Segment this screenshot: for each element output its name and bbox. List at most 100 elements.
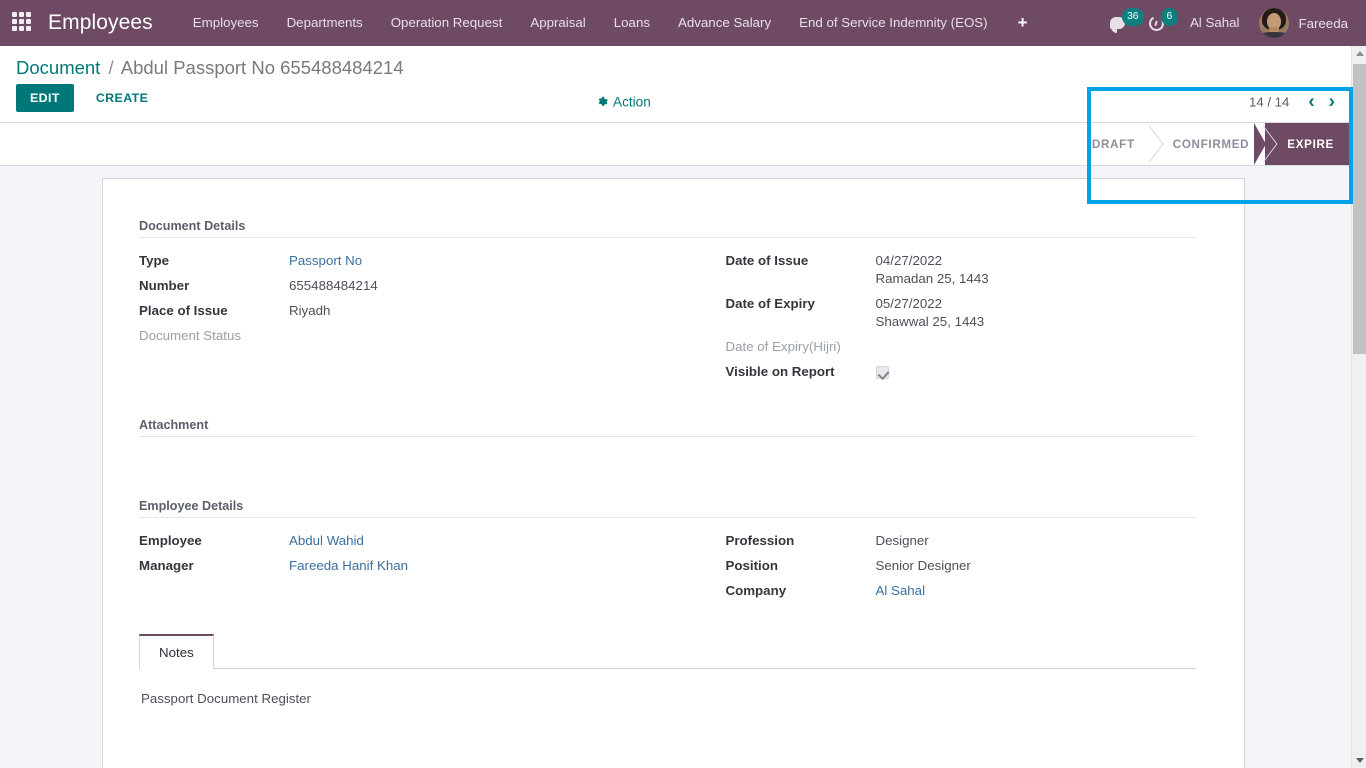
field-row-manager: Manager Fareeda Hanif Khan — [139, 553, 668, 578]
app-brand-title[interactable]: Employees — [48, 11, 153, 35]
scroll-down-arrow-icon[interactable] — [1352, 753, 1366, 768]
status-stage-expire-label: EXPIRE — [1287, 137, 1334, 151]
field-label-company: Company — [725, 583, 787, 598]
field-value-number: 655488484214 — [289, 278, 378, 293]
vertical-scrollbar[interactable] — [1351, 46, 1366, 768]
status-stage-draft-label: DRAFT — [1091, 137, 1135, 151]
status-bar-strip: DRAFT CONFIRMED EXPIRE — [0, 123, 1366, 167]
edit-button[interactable]: EDIT — [16, 84, 74, 113]
document-details-right-column: Date of Issue 04/27/2022 Ramadan 25, 144… — [668, 248, 1197, 384]
field-row-date-of-expiry: Date of Expiry 05/27/2022 Shawwal 25, 14… — [726, 291, 1197, 334]
avatar — [1259, 8, 1290, 38]
field-value-date-of-expiry: 05/27/2022 — [875, 296, 943, 311]
document-details-columns: Type Passport No Number 655488484214 Pla… — [139, 248, 1196, 384]
activities-button[interactable]: 6 — [1137, 0, 1178, 46]
field-label-visible-on-report: Visible on Report — [725, 364, 835, 379]
menu-item-loans[interactable]: Loans — [600, 0, 664, 46]
menu-item-advance-salary[interactable]: Advance Salary — [664, 0, 785, 46]
field-label-document-status: Document Status — [139, 328, 241, 343]
field-label-type: Type — [139, 253, 170, 268]
chevron-left-icon[interactable]: ‹ — [1301, 91, 1321, 112]
user-menu[interactable]: Fareeda — [1253, 8, 1356, 38]
control-panel-toolbar: EDIT CREATE Action 14 / 14 ‹ › — [0, 81, 1366, 122]
messages-button[interactable]: 36 — [1098, 0, 1144, 46]
employee-details-columns: Employee Abdul Wahid Manager Fareeda Han… — [139, 528, 1196, 603]
menu-item-employees[interactable]: Employees — [179, 0, 273, 46]
field-row-date-of-issue: Date of Issue 04/27/2022 Ramadan 25, 144… — [726, 248, 1197, 291]
field-row-type: Type Passport No — [139, 248, 668, 273]
notebook-page-notes[interactable]: Passport Document Register — [139, 669, 1196, 746]
apps-grid-icon[interactable] — [12, 12, 34, 34]
breadcrumb-row: Document / Abdul Passport No 65548848421… — [0, 46, 1366, 81]
scroll-up-arrow-icon[interactable] — [1352, 46, 1366, 61]
breadcrumb-root-link[interactable]: Document — [16, 57, 100, 78]
visible-on-report-checkbox[interactable] — [875, 365, 889, 379]
field-value-profession: Designer — [875, 533, 929, 548]
form-scroll-area: Document Details Type Passport No Number… — [0, 170, 1351, 768]
field-label-employee: Employee — [139, 533, 202, 548]
breadcrumb-separator: / — [108, 57, 114, 78]
field-value-type[interactable]: Passport No — [289, 253, 362, 268]
scrollbar-thumb[interactable] — [1353, 64, 1366, 354]
notes-content: Passport Document Register — [141, 691, 311, 706]
action-menu-label: Action — [613, 94, 651, 110]
field-value-date-of-issue-hijri: Ramadan 25, 1443 — [875, 271, 989, 286]
field-row-profession: Profession Designer — [726, 528, 1197, 553]
field-label-manager: Manager — [139, 558, 194, 573]
menu-item-appraisal[interactable]: Appraisal — [516, 0, 599, 46]
field-row-visible-on-report: Visible on Report — [726, 359, 1197, 384]
field-label-position: Position — [725, 558, 778, 573]
field-value-date-of-issue: 04/27/2022 — [875, 253, 943, 268]
field-row-company: Company Al Sahal — [726, 578, 1197, 603]
status-stage-confirmed-label: CONFIRMED — [1172, 137, 1250, 151]
field-value-company[interactable]: Al Sahal — [876, 583, 926, 598]
systray: 36 6 Al Sahal Fareeda — [1098, 0, 1356, 46]
field-row-position: Position Senior Designer — [726, 553, 1197, 578]
field-value-date-of-expiry-hijri-text: Shawwal 25, 1443 — [875, 314, 985, 329]
company-switcher[interactable]: Al Sahal — [1176, 0, 1254, 46]
menu-item-operation-request[interactable]: Operation Request — [377, 0, 517, 46]
field-label-date-of-expiry-hijri: Date of Expiry(Hijri) — [725, 339, 841, 354]
chevron-right-icon[interactable]: › — [1322, 91, 1342, 112]
field-value-place-of-issue: Riyadh — [289, 303, 331, 318]
breadcrumb-current: Abdul Passport No 655488484214 — [120, 57, 404, 78]
breadcrumb: Document / Abdul Passport No 65548848421… — [16, 57, 404, 79]
field-label-date-of-expiry: Date of Expiry — [725, 296, 815, 311]
field-row-number: Number 655488484214 — [139, 273, 668, 298]
plus-icon[interactable]: + — [1002, 0, 1044, 46]
group-title-employee-details: Employee Details — [139, 499, 1196, 518]
notebook: Notes Passport Document Register — [139, 633, 1196, 746]
pager-count-label: 14 / 14 — [1249, 94, 1290, 110]
field-label-profession: Profession — [725, 533, 795, 548]
status-stage-expire[interactable]: EXPIRE — [1254, 123, 1350, 166]
field-value-position: Senior Designer — [875, 558, 971, 573]
menu-item-end-of-service-indemnity[interactable]: End of Service Indemnity (EOS) — [785, 0, 1001, 46]
field-row-document-status: Document Status — [139, 323, 668, 348]
tab-notes-label: Notes — [159, 645, 194, 660]
group-title-document-details: Document Details — [139, 219, 1196, 238]
field-value-employee[interactable]: Abdul Wahid — [289, 533, 364, 548]
top-navbar: Employees Employees Departments Operatio… — [0, 0, 1366, 46]
status-bar: DRAFT CONFIRMED EXPIRE — [1073, 123, 1366, 166]
employee-details-right-column: Profession Designer Position Senior Desi… — [668, 528, 1197, 603]
user-name-label: Fareeda — [1298, 15, 1348, 31]
create-button[interactable]: CREATE — [82, 84, 162, 112]
gear-icon — [597, 96, 608, 107]
field-row-place-of-issue: Place of Issue Riyadh — [139, 298, 668, 323]
group-title-attachment: Attachment — [139, 418, 1196, 437]
action-menu-button[interactable]: Action — [597, 94, 651, 109]
attachment-area — [139, 447, 1196, 477]
field-label-date-of-issue: Date of Issue — [725, 253, 809, 268]
activities-count-badge: 6 — [1160, 8, 1178, 26]
status-stage-draft[interactable]: DRAFT — [1073, 123, 1151, 166]
form-sheet: Document Details Type Passport No Number… — [102, 178, 1245, 768]
status-stage-confirmed[interactable]: CONFIRMED — [1150, 123, 1266, 166]
menu-item-departments[interactable]: Departments — [273, 0, 377, 46]
control-panel: Document / Abdul Passport No 65548848421… — [0, 46, 1366, 124]
employee-details-left-column: Employee Abdul Wahid Manager Fareeda Han… — [139, 528, 668, 603]
field-label-place-of-issue: Place of Issue — [139, 303, 228, 318]
document-details-left-column: Type Passport No Number 655488484214 Pla… — [139, 248, 668, 384]
tab-notes[interactable]: Notes — [139, 634, 214, 669]
field-row-date-of-expiry-hijri: Date of Expiry(Hijri) — [726, 334, 1197, 359]
field-value-manager[interactable]: Fareeda Hanif Khan — [289, 558, 408, 573]
